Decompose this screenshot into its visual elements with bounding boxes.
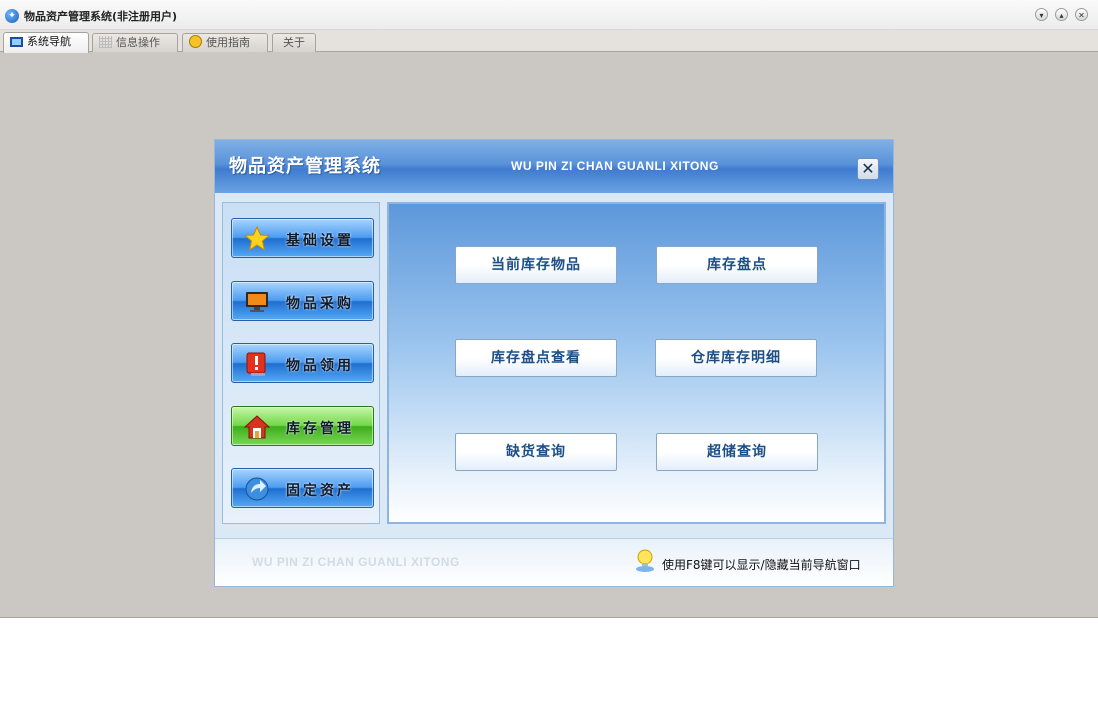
panel-close-button[interactable]: ✕: [857, 158, 879, 180]
nav-label: 基础设置: [286, 233, 354, 249]
house-icon: [244, 415, 270, 439]
tab-about[interactable]: 关于: [272, 33, 316, 52]
tab-info-ops[interactable]: 信息操作: [92, 33, 178, 52]
lightbulb-icon: [636, 549, 654, 572]
tab-strip: 系统导航 信息操作 使用指南 关于: [0, 30, 1098, 53]
nav-label: 固定资产: [286, 483, 354, 499]
tab-label: 关于: [283, 36, 305, 49]
monitor-icon: [246, 292, 268, 312]
function-area: 当前库存物品 库存盘点 库存盘点查看 仓库库存明细 缺货查询 超储查询: [387, 202, 886, 524]
navigation-panel: 物品资产管理系统 WU PIN ZI CHAN GUANLI XITONG ✕ …: [215, 140, 893, 586]
category-sidebar: 基础设置 物品采购 物品领用 库存管理 固定资产: [222, 202, 380, 524]
nav-basic-settings[interactable]: 基础设置: [231, 218, 374, 258]
maximize-button[interactable]: ▴: [1055, 8, 1068, 21]
arrow-icon: [245, 477, 269, 501]
tab-label: 使用指南: [206, 36, 250, 49]
close-icon: ✕: [1078, 11, 1085, 20]
nav-inventory[interactable]: 库存管理: [231, 406, 374, 446]
tab-label: 系统导航: [27, 35, 71, 48]
stock-count-button[interactable]: 库存盘点: [656, 246, 818, 284]
warehouse-detail-button[interactable]: 仓库库存明细: [655, 339, 817, 377]
smiley-icon: [189, 35, 202, 48]
monitor-icon: [10, 37, 23, 47]
nav-fixed-assets[interactable]: 固定资产: [231, 468, 374, 508]
panel-footer: WU PIN ZI CHAN GUANLI XITONG 使用F8键可以显示/隐…: [215, 538, 893, 586]
footer-hint: 使用F8键可以显示/隐藏当前导航窗口: [662, 558, 861, 572]
close-window-button[interactable]: ✕: [1075, 8, 1088, 21]
nav-label: 物品采购: [286, 296, 354, 312]
shortage-query-button[interactable]: 缺货查询: [455, 433, 617, 471]
footer-watermark: WU PIN ZI CHAN GUANLI XITONG: [252, 555, 460, 569]
panel-header: 物品资产管理系统 WU PIN ZI CHAN GUANLI XITONG ✕: [215, 140, 893, 193]
panel-title: 物品资产管理系统: [229, 156, 381, 177]
chevron-down-icon: ▾: [1039, 11, 1044, 20]
stock-count-view-button[interactable]: 库存盘点查看: [455, 339, 617, 377]
window-title: 物品资产管理系统(非注册用户): [24, 10, 178, 23]
close-icon: ✕: [861, 159, 875, 178]
tab-user-guide[interactable]: 使用指南: [182, 33, 268, 52]
minimize-button[interactable]: ▾: [1035, 8, 1048, 21]
tab-label: 信息操作: [116, 36, 160, 49]
star-icon: [244, 226, 270, 252]
title-bar: ✦ 物品资产管理系统(非注册用户) ▾ ▴ ✕: [0, 0, 1098, 30]
nav-label: 库存管理: [286, 421, 354, 437]
nav-label: 物品领用: [286, 358, 354, 374]
chevron-up-icon: ▴: [1059, 11, 1064, 20]
grid-icon: [99, 36, 112, 48]
nav-requisition[interactable]: 物品领用: [231, 343, 374, 383]
app-logo-icon: ✦: [5, 9, 19, 23]
nav-purchasing[interactable]: 物品采购: [231, 281, 374, 321]
tab-system-nav[interactable]: 系统导航: [3, 32, 89, 53]
panel-subtitle: WU PIN ZI CHAN GUANLI XITONG: [511, 159, 719, 173]
overstock-query-button[interactable]: 超储查询: [656, 433, 818, 471]
current-stock-button[interactable]: 当前库存物品: [455, 246, 617, 284]
alert-icon: [246, 352, 266, 376]
